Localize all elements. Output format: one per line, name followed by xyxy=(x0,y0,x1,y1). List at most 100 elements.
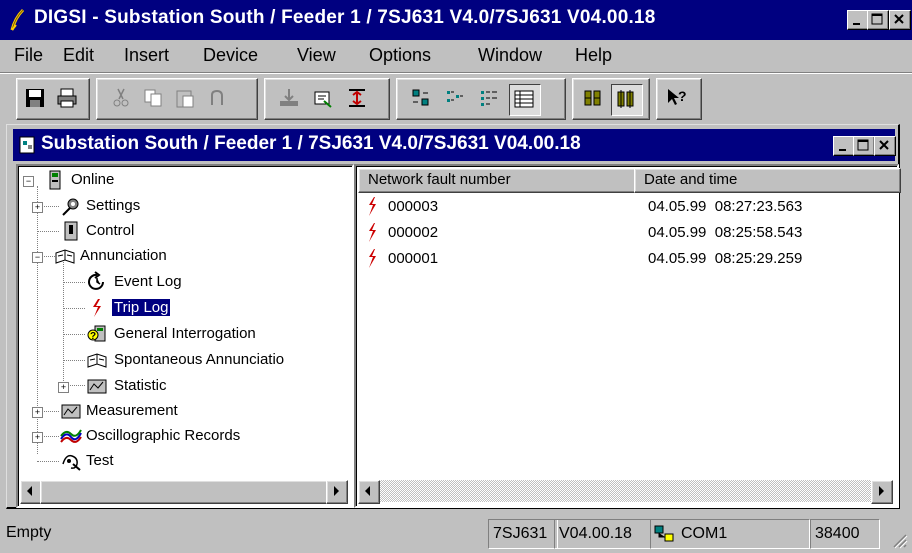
menu-window[interactable]: Window xyxy=(478,45,542,66)
trip-log-icon xyxy=(93,299,101,317)
expand-icon[interactable]: + xyxy=(32,407,43,418)
copy-button[interactable] xyxy=(139,84,169,114)
save-icon xyxy=(26,89,44,107)
device-icon xyxy=(49,170,61,190)
list-horizontal-scrollbar[interactable] xyxy=(358,480,893,504)
status-version: V04.00.18 xyxy=(554,519,651,549)
tree-horizontal-scrollbar[interactable] xyxy=(20,480,348,504)
menu-help[interactable]: Help xyxy=(575,45,612,66)
collapse-icon[interactable]: − xyxy=(32,252,43,263)
cut-icon xyxy=(113,88,129,107)
close-button[interactable] xyxy=(889,10,911,30)
list-row[interactable]: 000002 04.05.99 08:25:58.543 xyxy=(358,220,888,246)
filter-icon xyxy=(617,90,634,108)
menu-device[interactable]: Device xyxy=(203,45,258,66)
scroll-thumb[interactable] xyxy=(40,480,328,504)
menu-file[interactable]: File xyxy=(14,45,43,66)
list-row[interactable]: 000001 04.05.99 08:25:29.259 xyxy=(358,246,888,272)
list-pane[interactable]: Network fault number Date and time 00000… xyxy=(354,164,901,508)
doc-close-button[interactable] xyxy=(874,136,896,156)
column-header-date-time[interactable]: Date and time xyxy=(634,168,901,193)
tree-pane[interactable]: − Online + Settings Control − Annunciati… xyxy=(16,164,354,508)
tree-item-trip-log[interactable]: Trip Log xyxy=(20,296,320,320)
tree-label: Statistic xyxy=(114,377,167,394)
scroll-right-button[interactable] xyxy=(326,480,348,504)
maximize-icon xyxy=(871,13,883,25)
menu-options[interactable]: Options xyxy=(369,45,431,66)
large-icons-button[interactable] xyxy=(407,84,437,114)
svg-text:?: ? xyxy=(90,331,96,342)
status-message: Empty xyxy=(6,524,52,541)
tree-item-statistic[interactable]: + Statistic xyxy=(20,374,320,398)
tree-item-measurement[interactable]: + Measurement xyxy=(20,399,320,423)
document-title-bar[interactable]: Substation South / Feeder 1 / 7SJ631 V4.… xyxy=(13,129,896,161)
expand-icon[interactable]: + xyxy=(58,382,69,393)
expand-icon[interactable]: + xyxy=(32,202,43,213)
small-icons-icon xyxy=(447,91,463,102)
tree-item-control[interactable]: Control xyxy=(20,219,320,243)
tree-item-annunciation[interactable]: − Annunciation xyxy=(20,244,320,268)
properties-icon xyxy=(314,91,332,108)
event-log-icon xyxy=(88,271,104,290)
menu-edit[interactable]: Edit xyxy=(63,45,94,66)
tree-item-online[interactable]: − Online xyxy=(20,168,320,192)
sort-button[interactable] xyxy=(579,84,609,114)
menu-view[interactable]: View xyxy=(297,45,336,66)
cut-button[interactable] xyxy=(107,84,137,114)
copy-icon xyxy=(144,89,162,107)
export-button[interactable] xyxy=(275,84,305,114)
tree-item-spontaneous-annunciation[interactable]: Spontaneous Annunciatio xyxy=(20,348,348,372)
document-title: Substation South / Feeder 1 / 7SJ631 V4.… xyxy=(41,133,581,154)
insert-icon xyxy=(349,89,365,107)
tree-item-oscillographic-records[interactable]: + Oscillographic Records xyxy=(20,424,320,448)
small-icons-button[interactable] xyxy=(441,84,471,114)
minimize-button[interactable] xyxy=(847,10,869,30)
details-button[interactable] xyxy=(509,84,541,116)
arrow-left-icon xyxy=(365,486,370,496)
menu-separator xyxy=(0,72,912,74)
close-icon xyxy=(879,140,889,150)
scroll-right-button[interactable] xyxy=(871,480,893,504)
scroll-left-button[interactable] xyxy=(20,480,42,504)
settings-icon xyxy=(62,198,79,216)
list-row[interactable]: 000003 04.05.99 08:27:23.563 xyxy=(358,194,888,220)
filter-button[interactable] xyxy=(611,84,643,116)
tree-view[interactable]: − Online + Settings Control − Annunciati… xyxy=(20,168,348,478)
app-title-bar[interactable]: DIGSI - Substation South / Feeder 1 / 7S… xyxy=(0,0,912,40)
tree-label: Measurement xyxy=(86,402,178,419)
undo-icon xyxy=(211,89,223,105)
maximize-button[interactable] xyxy=(867,10,889,30)
fault-number: 000002 xyxy=(388,224,439,241)
tree-label: Annunciation xyxy=(80,247,167,264)
menu-insert[interactable]: Insert xyxy=(124,45,169,66)
tree-label: Oscillographic Records xyxy=(86,427,241,444)
doc-minimize-button[interactable] xyxy=(833,136,855,156)
trip-icon xyxy=(369,249,376,268)
resize-grip-icon[interactable] xyxy=(890,531,908,549)
maximize-icon xyxy=(857,139,869,151)
large-icons-icon xyxy=(412,89,429,106)
app-icon[interactable] xyxy=(8,8,30,32)
save-button[interactable] xyxy=(21,84,51,114)
list-button[interactable] xyxy=(475,84,505,114)
print-button[interactable] xyxy=(53,84,83,114)
properties-button[interactable] xyxy=(309,84,339,114)
status-device: 7SJ631 xyxy=(488,519,558,549)
tree-item-test[interactable]: Test xyxy=(20,449,320,473)
scroll-left-button[interactable] xyxy=(358,480,380,504)
trip-icon xyxy=(369,197,376,216)
tree-item-general-interrogation[interactable]: ? General Interrogation xyxy=(20,322,320,346)
insert-button[interactable] xyxy=(343,84,373,114)
column-header-fault-number[interactable]: Network fault number xyxy=(358,168,645,193)
tree-item-event-log[interactable]: Event Log xyxy=(20,270,320,294)
document-icon[interactable] xyxy=(19,136,37,154)
help-pointer-button[interactable]: ? xyxy=(663,84,693,114)
expand-icon[interactable]: + xyxy=(32,432,43,443)
tree-item-settings[interactable]: + Settings xyxy=(20,194,320,218)
app-title: DIGSI - Substation South / Feeder 1 / 7S… xyxy=(34,7,656,28)
collapse-icon[interactable]: − xyxy=(23,176,34,187)
doc-maximize-button[interactable] xyxy=(853,136,875,156)
paste-button[interactable] xyxy=(171,84,201,114)
undo-button[interactable] xyxy=(203,84,233,114)
arrow-right-icon xyxy=(879,486,884,496)
